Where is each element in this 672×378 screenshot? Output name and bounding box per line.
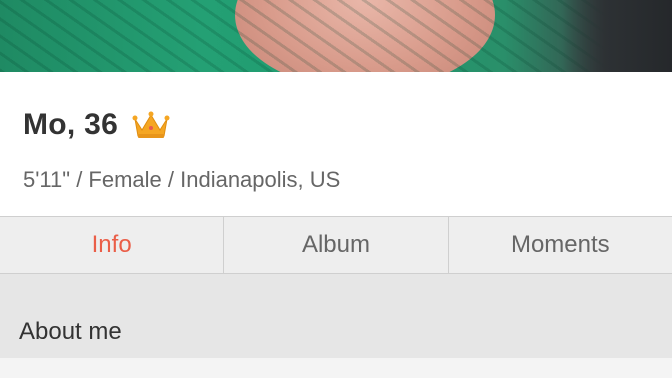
profile-photo[interactable] bbox=[0, 0, 672, 72]
about-section-header: About me bbox=[0, 274, 672, 358]
name-row: Mo, 36 bbox=[23, 108, 170, 142]
profile-photo-background bbox=[562, 0, 672, 72]
about-content-area bbox=[0, 358, 672, 378]
tab-info[interactable]: Info bbox=[0, 217, 223, 273]
profile-details: 5'11" / Female / Indianapolis, US bbox=[23, 167, 341, 192]
about-me-title: About me bbox=[19, 318, 122, 345]
profile-name-age: Mo, 36 bbox=[23, 108, 119, 141]
crown-icon bbox=[132, 111, 170, 138]
tab-album[interactable]: Album bbox=[223, 217, 447, 273]
profile-header: Mo, 36 5'11" / Female / Indianapolis, US bbox=[0, 72, 672, 216]
profile-tabs: Info Album Moments bbox=[0, 216, 672, 274]
tab-moments[interactable]: Moments bbox=[447, 217, 672, 273]
